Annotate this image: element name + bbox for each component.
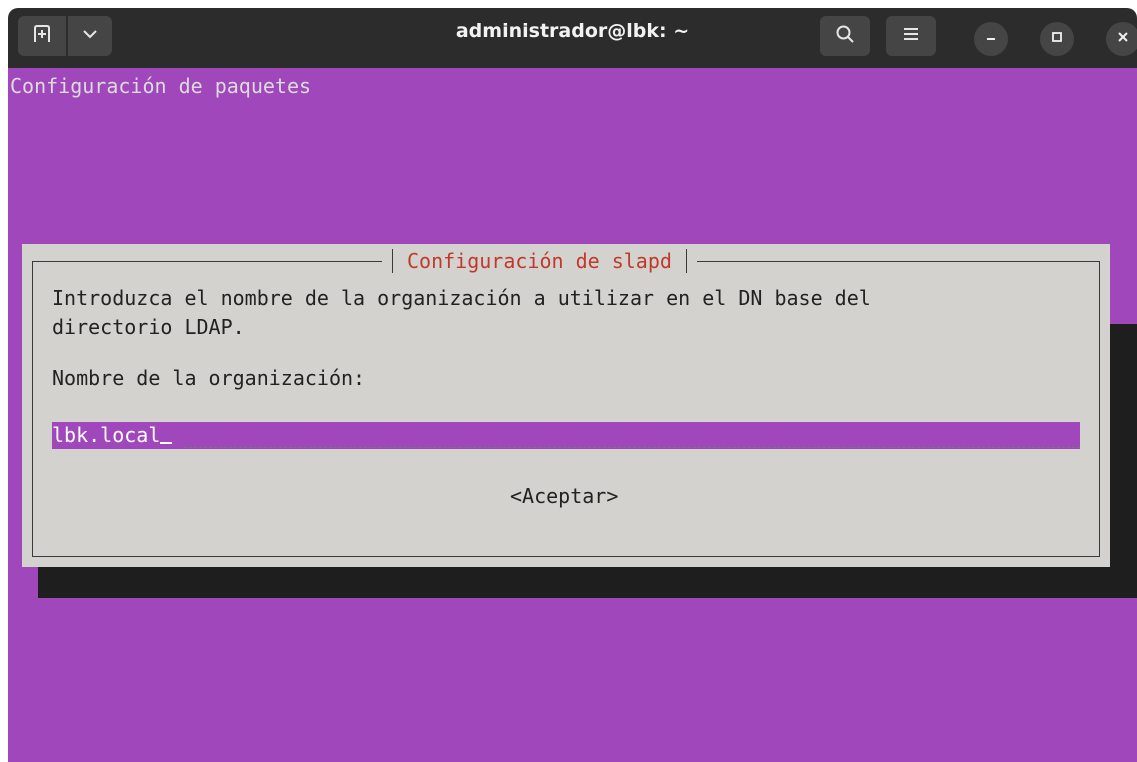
new-tab-button[interactable] [18, 16, 66, 56]
screen: administrador@lbk: ~ Configuración de pa… [0, 0, 1137, 762]
menu-button[interactable] [886, 16, 936, 56]
new-tab-icon [32, 24, 52, 49]
window-titlebar: administrador@lbk: ~ [8, 8, 1137, 68]
maximize-button[interactable] [1040, 22, 1074, 56]
minimize-icon [984, 30, 998, 49]
maximize-icon [1050, 30, 1064, 49]
slapd-dialog: Configuración de slapd Introduzca el nom… [22, 244, 1110, 567]
text-cursor [160, 442, 173, 444]
search-icon [835, 24, 855, 49]
window-title: administrador@lbk: ~ [455, 20, 690, 42]
organization-name-text: lbk.local [52, 423, 161, 447]
terminal-area[interactable]: Configuración de paquetes Configuración … [8, 68, 1137, 762]
title-right-tick [685, 249, 687, 273]
hamburger-menu-icon [902, 26, 920, 47]
chevron-down-icon [82, 26, 98, 47]
organization-name-value: lbk.local [52, 423, 173, 447]
accept-button[interactable]: <Aceptar> [510, 484, 618, 508]
tab-menu-button[interactable] [68, 16, 112, 56]
minimize-button[interactable] [974, 22, 1008, 56]
search-button[interactable] [820, 16, 870, 56]
organization-name-input[interactable]: lbk.local [52, 422, 1080, 449]
close-icon [1116, 30, 1130, 49]
dialog-title-bar: Configuración de slapd [382, 248, 697, 274]
close-button[interactable] [1106, 22, 1137, 56]
dialog-title: Configuración de slapd [407, 249, 672, 273]
input-fill-dots [184, 446, 1080, 448]
organization-field-label: Nombre de la organización: [52, 366, 366, 390]
dialog-message: Introduzca el nombre de la organización … [52, 286, 871, 339]
backtitle: Configuración de paquetes [10, 74, 312, 98]
